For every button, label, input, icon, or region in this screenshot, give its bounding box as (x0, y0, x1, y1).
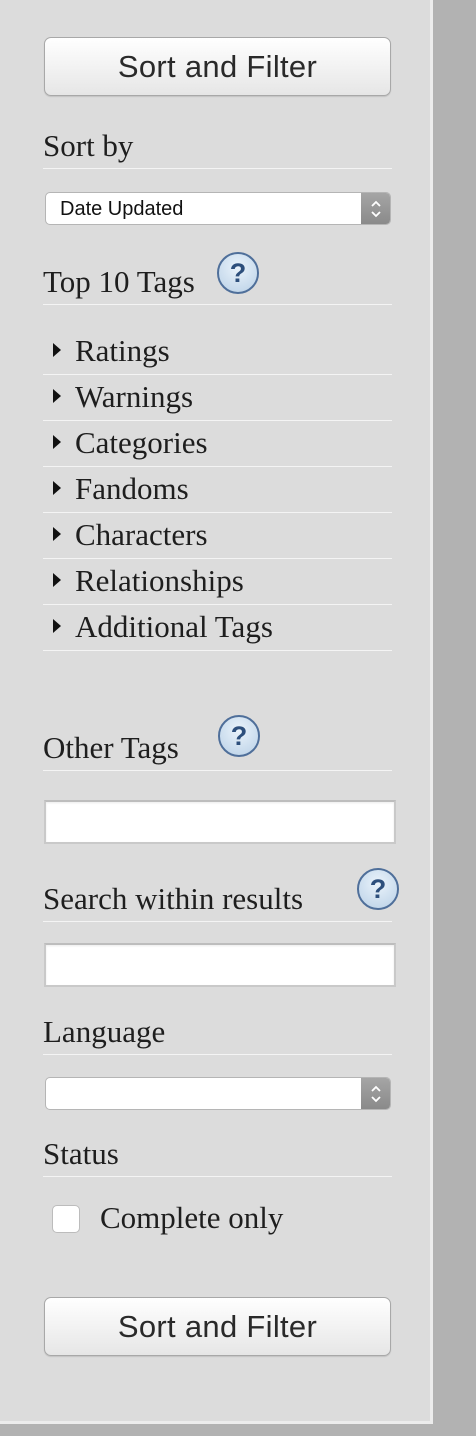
other-tags-help-icon[interactable]: ? (218, 715, 260, 757)
tag-group-label: Characters (75, 517, 208, 552)
sort-and-filter-button-bottom[interactable]: Sort and Filter (44, 1297, 391, 1356)
expand-triangle-icon (53, 619, 61, 633)
top-tags-list: Ratings Warnings Categories Fandoms Char… (43, 329, 392, 651)
tag-group-label: Categories (75, 425, 208, 460)
language-select[interactable] (45, 1077, 391, 1110)
complete-only-label[interactable]: Complete only (100, 1200, 283, 1236)
expand-triangle-icon (53, 389, 61, 403)
select-arrows-icon (361, 193, 390, 224)
language-heading: Language (43, 1015, 392, 1055)
tag-group-label: Ratings (75, 333, 170, 368)
tag-group-ratings[interactable]: Ratings (43, 329, 392, 375)
filter-sidebar: Sort and Filter Sort by Date Updated Top… (0, 0, 433, 1424)
tag-group-warnings[interactable]: Warnings (43, 375, 392, 421)
top-tags-help-icon[interactable]: ? (217, 252, 259, 294)
search-within-heading: Search within results (43, 882, 392, 922)
sort-by-select[interactable]: Date Updated (45, 192, 391, 225)
expand-triangle-icon (53, 573, 61, 587)
status-heading: Status (43, 1137, 392, 1177)
tag-group-label: Relationships (75, 563, 244, 598)
expand-triangle-icon (53, 343, 61, 357)
tag-group-label: Additional Tags (75, 609, 273, 644)
search-within-help-icon[interactable]: ? (357, 868, 399, 910)
tag-group-fandoms[interactable]: Fandoms (43, 467, 392, 513)
sort-and-filter-button-top[interactable]: Sort and Filter (44, 37, 391, 96)
expand-triangle-icon (53, 527, 61, 541)
tag-group-label: Fandoms (75, 471, 189, 506)
other-tags-input[interactable] (44, 800, 396, 844)
sort-by-heading: Sort by (43, 129, 392, 169)
tag-group-additional-tags[interactable]: Additional Tags (43, 605, 392, 651)
sort-by-selected-value: Date Updated (60, 198, 184, 220)
expand-triangle-icon (53, 481, 61, 495)
expand-triangle-icon (53, 435, 61, 449)
tag-group-relationships[interactable]: Relationships (43, 559, 392, 605)
tag-group-label: Warnings (75, 379, 194, 414)
tag-group-categories[interactable]: Categories (43, 421, 392, 467)
search-within-input[interactable] (44, 943, 396, 987)
tag-group-characters[interactable]: Characters (43, 513, 392, 559)
complete-only-checkbox[interactable] (52, 1205, 80, 1233)
select-arrows-icon (361, 1078, 390, 1109)
